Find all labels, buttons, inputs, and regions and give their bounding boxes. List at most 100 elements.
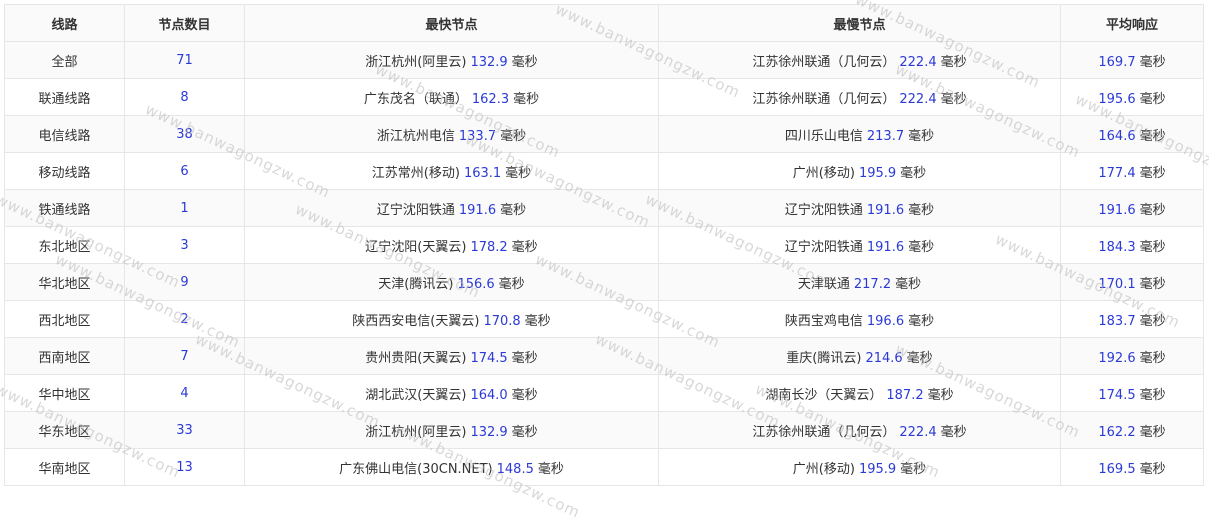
count-cell: 8 — [124, 78, 245, 116]
table-row: 华北地区 9 天津(腾讯云) 156.6 毫秒 天津联通 217.2 毫秒 170.1 毫秒 — [4, 263, 1204, 301]
fastest-node-ms: 156.6 — [457, 276, 495, 292]
slowest-node-ms: 195.9 — [858, 461, 897, 477]
fastest-node-ms: 170.8 — [483, 313, 521, 329]
route-name: 全部 — [51, 54, 78, 70]
slowest-node-ms: 217.2 — [853, 276, 892, 292]
count-cell: 9 — [124, 263, 245, 301]
slowest-cell: 陕西宝鸡电信 196.6 毫秒 — [658, 300, 1061, 338]
unit-label: 毫秒 — [524, 313, 551, 329]
slowest-cell: 广州(移动) 195.9 毫秒 — [658, 152, 1061, 190]
count-cell: 6 — [124, 152, 245, 190]
fastest-node-ms: 148.5 — [496, 461, 534, 477]
route-name: 铁通线路 — [38, 202, 91, 218]
table-row: 联通线路 8 广东茂名（联通） 162.3 毫秒 江苏徐州联通（几何云） 222.4 毫秒 19… — [4, 78, 1204, 116]
fastest-node-ms: 132.9 — [470, 54, 508, 70]
fastest-node-ms: 191.6 — [458, 202, 497, 218]
slowest-cell: 江苏徐州联通（几何云） 222.4 毫秒 — [658, 41, 1061, 79]
slowest-node-ms: 222.4 — [899, 54, 937, 70]
unit-label: 毫秒 — [1139, 424, 1166, 440]
slowest-cell: 重庆(腾讯云) 214.6 毫秒 — [658, 337, 1061, 375]
unit-label: 毫秒 — [1139, 276, 1166, 292]
unit-label: 毫秒 — [1139, 313, 1166, 329]
unit-label: 毫秒 — [940, 54, 967, 70]
unit-label: 毫秒 — [500, 202, 527, 218]
node-count: 13 — [176, 459, 193, 475]
unit-label: 毫秒 — [940, 424, 967, 440]
slowest-cell: 江苏徐州联通（几何云） 222.4 毫秒 — [658, 78, 1061, 116]
unit-label: 毫秒 — [900, 461, 927, 477]
average-ms: 169.7 — [1098, 54, 1136, 70]
slowest-node-name: 辽宁沈阳铁通 — [784, 239, 863, 255]
slowest-node-name: 辽宁沈阳铁通 — [784, 202, 863, 218]
slowest-node-ms: 191.6 — [866, 202, 905, 218]
unit-label: 毫秒 — [511, 350, 538, 366]
fastest-node-name: 浙江杭州(阿里云) — [365, 54, 467, 70]
table-body: 全部 71 浙江杭州(阿里云) 132.9 毫秒 江苏徐州联通（几何云） 222.4 毫秒 16… — [4, 41, 1204, 486]
fastest-cell: 辽宁沈阳铁通 191.6 毫秒 — [244, 189, 659, 227]
average-ms: 195.6 — [1098, 91, 1136, 107]
fastest-cell: 广东茂名（联通） 162.3 毫秒 — [244, 78, 659, 116]
average-ms: 177.4 — [1098, 165, 1136, 181]
slowest-node-name: 江苏徐州联通（几何云） — [752, 424, 896, 440]
table-row: 铁通线路 1 辽宁沈阳铁通 191.6 毫秒 辽宁沈阳铁通 191.6 毫秒 191.6 毫秒 — [4, 189, 1204, 227]
unit-label: 毫秒 — [1139, 91, 1166, 107]
route-cell: 东北地区 — [4, 226, 125, 264]
unit-label: 毫秒 — [908, 239, 935, 255]
unit-label: 毫秒 — [1139, 202, 1166, 218]
slowest-cell: 四川乐山电信 213.7 毫秒 — [658, 115, 1061, 153]
unit-label: 毫秒 — [908, 313, 935, 329]
unit-label: 毫秒 — [1139, 387, 1166, 403]
route-name: 华北地区 — [38, 276, 91, 292]
route-cell: 电信线路 — [4, 115, 125, 153]
slowest-node-ms: 196.6 — [866, 313, 905, 329]
table-row: 全部 71 浙江杭州(阿里云) 132.9 毫秒 江苏徐州联通（几何云） 222.4 毫秒 16… — [4, 41, 1204, 79]
unit-label: 毫秒 — [1139, 461, 1166, 477]
unit-label: 毫秒 — [498, 276, 525, 292]
unit-label: 毫秒 — [511, 239, 538, 255]
slowest-cell: 广州(移动) 195.9 毫秒 — [658, 448, 1061, 486]
route-name: 华南地区 — [38, 461, 91, 477]
fastest-node-name: 湖北武汉(天翼云) — [365, 387, 467, 403]
unit-label: 毫秒 — [1139, 165, 1166, 181]
fastest-node-name: 辽宁沈阳铁通 — [376, 202, 455, 218]
average-cell: 191.6 毫秒 — [1060, 189, 1204, 227]
slowest-node-name: 江苏徐州联通（几何云） — [752, 54, 896, 70]
slowest-node-ms: 213.7 — [866, 128, 905, 144]
node-count: 7 — [180, 348, 189, 364]
average-cell: 195.6 毫秒 — [1060, 78, 1204, 116]
fastest-node-name: 广东茂名（联通） — [363, 91, 468, 107]
route-name: 华中地区 — [38, 387, 91, 403]
average-cell: 192.6 毫秒 — [1060, 337, 1204, 375]
route-cell: 联通线路 — [4, 78, 125, 116]
route-name: 移动线路 — [38, 165, 91, 181]
count-cell: 1 — [124, 189, 245, 227]
header-average-response: 平均响应 — [1060, 4, 1204, 42]
slowest-node-ms: 214.6 — [865, 350, 903, 366]
average-cell: 164.6 毫秒 — [1060, 115, 1204, 153]
slowest-cell: 辽宁沈阳铁通 191.6 毫秒 — [658, 226, 1061, 264]
unit-label: 毫秒 — [908, 128, 935, 144]
unit-label: 毫秒 — [1139, 350, 1166, 366]
unit-label: 毫秒 — [927, 387, 954, 403]
fastest-cell: 湖北武汉(天翼云) 164.0 毫秒 — [244, 374, 659, 412]
average-ms: 169.5 — [1098, 461, 1136, 477]
slowest-node-name: 江苏徐州联通（几何云） — [752, 91, 896, 107]
average-ms: 162.2 — [1098, 424, 1136, 440]
slowest-node-name: 湖南长沙（天翼云） — [765, 387, 883, 403]
average-ms: 174.5 — [1098, 387, 1136, 403]
table-header-row: 线路 节点数目 最快节点 最慢节点 平均响应 — [4, 4, 1204, 42]
fastest-cell: 浙江杭州电信 133.7 毫秒 — [244, 115, 659, 153]
slowest-node-ms: 195.9 — [858, 165, 897, 181]
slowest-node-ms: 191.6 — [866, 239, 905, 255]
unit-label: 毫秒 — [900, 165, 927, 181]
slowest-node-name: 陕西宝鸡电信 — [784, 313, 863, 329]
average-ms: 164.6 — [1098, 128, 1136, 144]
page: 线路 节点数目 最快节点 最慢节点 平均响应 全部 7 1 浙江杭州(阿里云) 132.… — [0, 0, 1209, 522]
fastest-node-ms: 174.5 — [470, 350, 508, 366]
fastest-cell: 广东佛山电信(30CN.NET) 148.5 毫秒 — [244, 448, 659, 486]
route-name: 东北地区 — [38, 239, 91, 255]
route-cell: 西北地区 — [4, 300, 125, 338]
fastest-cell: 陕西西安电信(天翼云) 170.8 毫秒 — [244, 300, 659, 338]
slowest-node-name: 广州(移动) — [792, 165, 855, 181]
fastest-cell: 浙江杭州(阿里云) 132.9 毫秒 — [244, 41, 659, 79]
